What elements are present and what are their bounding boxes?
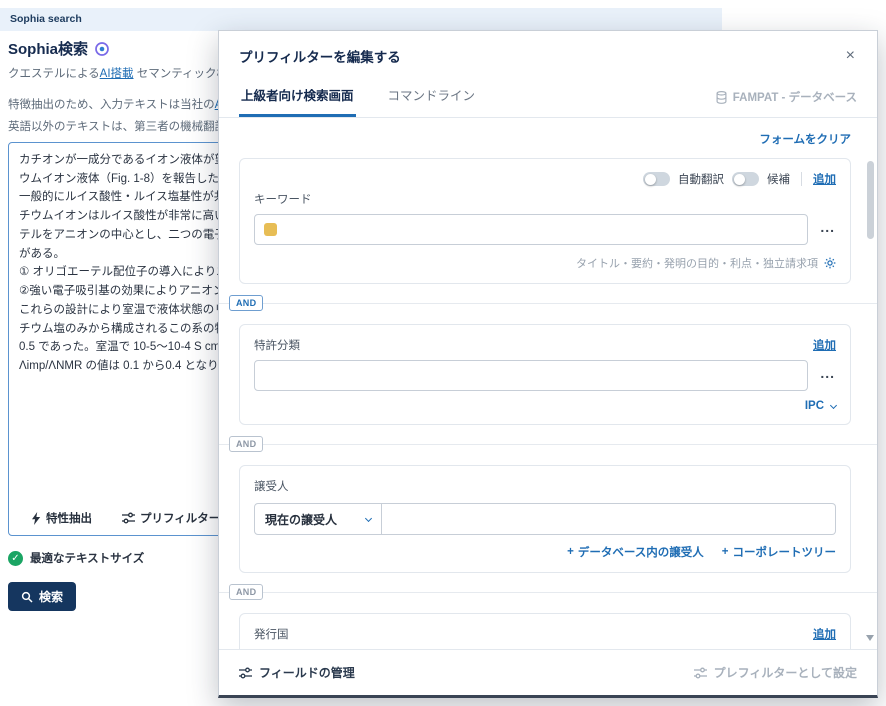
dialog-footer: フィールドの管理 プレフィルターとして設定: [219, 649, 877, 695]
app-header: Sophia search: [0, 8, 722, 31]
magnifier-icon: [21, 591, 33, 603]
clear-form-link[interactable]: フォームをクリア: [759, 131, 851, 147]
filter-sliders-icon: [693, 667, 707, 679]
db-assignee-link[interactable]: + データベース内の譲受人: [567, 544, 704, 560]
scroll-down-icon[interactable]: [866, 635, 874, 641]
tab-command-line[interactable]: コマンドライン: [386, 75, 478, 117]
operator-connector: AND: [219, 425, 877, 465]
keyword-tag[interactable]: [264, 223, 277, 236]
check-circle-icon: ✓: [8, 550, 23, 566]
prefilter-dialog: プリフィルターを編集する × 上級者向け検索画面 コマンドライン FAMPAT …: [218, 30, 878, 698]
gear-icon[interactable]: [824, 257, 836, 269]
assignee-input[interactable]: [382, 503, 836, 535]
keyword-controls: 自動翻訳 候補 追加: [254, 171, 836, 187]
keyword-scope-label: タイトル・要約・発明の目的・利点・独立請求項: [576, 258, 818, 270]
dialog-title: プリフィルターを編集する: [239, 50, 401, 65]
keyword-label: キーワード: [254, 194, 312, 206]
classification-more-button[interactable]: ...: [819, 365, 836, 386]
filter-sliders-icon: [239, 667, 252, 679]
auto-translate-label: 自動翻訳: [678, 174, 724, 186]
sophia-ai-icon: [94, 41, 110, 57]
classification-section: 特許分類 追加 ... IPC: [239, 324, 851, 425]
set-as-prefilter-button[interactable]: プレフィルターとして設定: [693, 664, 857, 681]
set-as-prefilter-label: プレフィルターとして設定: [713, 666, 857, 680]
ipc-type-selector[interactable]: IPC: [804, 400, 838, 412]
divider: [801, 172, 802, 186]
screen: Sophia search Sophia検索 クエステルによるAI搭載 セマンテ…: [0, 0, 886, 706]
corporate-tree-label: コーポレートツリー: [732, 547, 837, 559]
auto-translate-toggle[interactable]: [643, 172, 670, 186]
country-add-link[interactable]: 追加: [813, 626, 836, 642]
text-size-label: 最適なテキストサイズ: [30, 553, 145, 565]
assignee-type-select[interactable]: 現在の譲受人: [254, 503, 382, 535]
corporate-tree-link[interactable]: + コーポレートツリー: [722, 544, 836, 560]
assignee-type-value: 現在の譲受人: [265, 512, 338, 527]
toggle-knob: [644, 173, 656, 185]
operator-connector: AND: [219, 573, 877, 613]
keyword-add-link[interactable]: 追加: [813, 171, 836, 187]
filter-sliders-icon: [122, 512, 135, 524]
keyword-input[interactable]: [254, 214, 809, 245]
toggle-knob: [733, 173, 745, 185]
keyword-scope-row: タイトル・要約・発明の目的・利点・独立請求項: [254, 255, 836, 271]
tab-advanced-search[interactable]: 上級者向け検索画面: [239, 75, 356, 117]
and-operator[interactable]: AND: [229, 584, 264, 600]
keyword-more-button[interactable]: ...: [819, 219, 836, 240]
classification-add-link[interactable]: 追加: [813, 337, 836, 353]
ai-powered-link[interactable]: AI搭載: [100, 68, 134, 80]
and-operator[interactable]: AND: [229, 295, 264, 311]
country-section: 発行国 追加: [239, 613, 851, 649]
textarea-toolbar: 特性抽出 プリフィルター: [31, 510, 220, 526]
dialog-body: フォームをクリア 自動翻訳 候補 追加 キーワード ... タイトル・要約・発明…: [219, 118, 877, 649]
feature-extract-button[interactable]: 特性抽出: [31, 510, 92, 526]
intro-prefix: クエステルによる: [8, 68, 100, 80]
page-title: Sophia検索: [8, 41, 89, 58]
assignee-label: 譲受人: [254, 481, 289, 493]
prefilter-label: プリフィルター: [140, 513, 221, 525]
chevron-down-icon: [829, 401, 838, 409]
note1-prefix: 特徴抽出のため、入力テキストは当社の: [8, 99, 215, 111]
app-title: Sophia search: [10, 13, 82, 25]
database-label: FAMPAT - データベース: [732, 92, 857, 104]
assignee-section: 譲受人 現在の譲受人 + データベース内の譲受人 + コーポレートツリー: [239, 465, 851, 573]
prefilter-button[interactable]: プリフィルター: [122, 510, 220, 526]
database-icon: [716, 90, 727, 104]
database-indicator: FAMPAT - データベース: [716, 89, 857, 117]
plus-icon: +: [567, 546, 574, 558]
country-label: 発行国: [254, 629, 289, 641]
dialog-header: プリフィルターを編集する ×: [219, 31, 877, 71]
lightning-icon: [31, 511, 41, 525]
and-operator[interactable]: AND: [229, 436, 264, 452]
ipc-label: IPC: [804, 400, 824, 412]
suggestions-label: 候補: [767, 174, 790, 186]
dialog-tabbar: 上級者向け検索画面 コマンドライン FAMPAT - データベース: [219, 71, 877, 118]
suggestions-toggle[interactable]: [732, 172, 759, 186]
manage-fields-button[interactable]: フィールドの管理: [239, 664, 355, 681]
feature-extract-label: 特性抽出: [46, 513, 92, 525]
classification-label: 特許分類: [254, 340, 300, 352]
classification-input[interactable]: [254, 360, 809, 391]
operator-connector: AND: [219, 284, 877, 324]
db-assignee-label: データベース内の譲受人: [577, 547, 704, 559]
chevron-down-icon: [364, 514, 373, 522]
search-button[interactable]: 検索: [8, 582, 77, 611]
close-icon[interactable]: ×: [844, 48, 857, 64]
search-button-label: 検索: [39, 590, 64, 604]
plus-icon: +: [721, 546, 729, 558]
manage-fields-label: フィールドの管理: [259, 666, 355, 680]
scrollbar-thumb[interactable]: [867, 161, 874, 239]
keyword-section: 自動翻訳 候補 追加 キーワード ... タイトル・要約・発明の目的・利点・独立…: [239, 158, 851, 284]
